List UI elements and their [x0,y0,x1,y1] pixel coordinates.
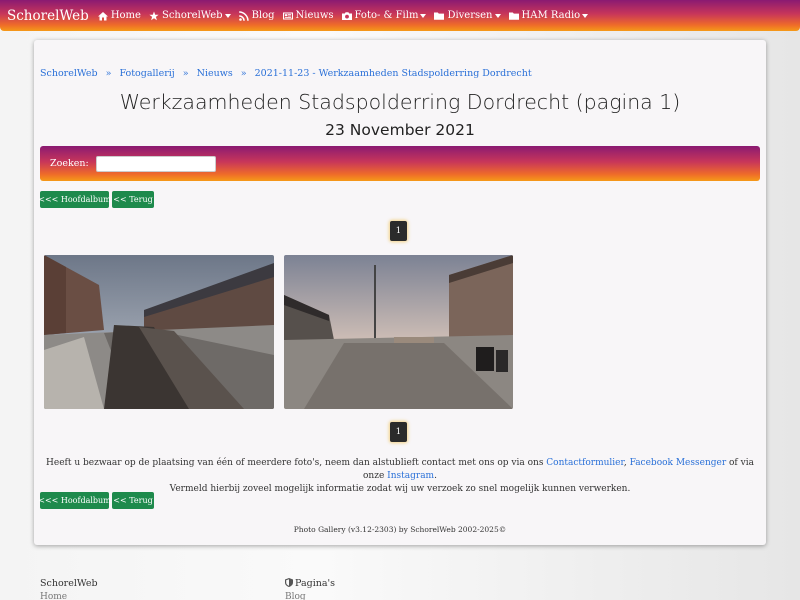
newspaper-icon [282,12,293,19]
footer-title: SchorelWeb [40,578,98,589]
search-input[interactable] [95,155,216,172]
back-button[interactable]: << Terug [112,191,154,208]
chevron-down-icon [224,13,231,18]
nav-item-ham-radio[interactable]: HAM Radio [508,10,589,21]
photo-1-image [44,255,274,409]
search-label: Zoeken: [50,158,89,169]
nav-item-label: SchorelWeb [161,10,223,21]
nav-item-nieuws[interactable]: Nieuws [282,10,334,21]
chevron-down-icon [420,13,427,18]
contact-form-link[interactable]: Contactformulier [546,458,624,468]
page-title: Werkzaamheden Stadspolderring Dordrecht … [119,90,681,114]
facebook-messenger-link[interactable]: Facebook Messenger [630,458,727,468]
gallery-card: SchorelWeb » Fotogallerij » Nieuws » 202… [34,40,766,545]
chevron-down-icon [582,13,589,18]
main-album-button-bottom[interactable]: <<< Hoofdalbum [38,492,111,509]
main-album-button[interactable]: <<< Hoofdalbum [38,191,111,208]
gallery-photo-1[interactable] [44,255,274,409]
breadcrumb-link-fotogallerij[interactable]: Fotogallerij [119,68,174,79]
footer-title: Pagina's [285,578,335,589]
home-icon [97,11,108,20]
breadcrumb-link-schorelweb[interactable]: SchorelWeb [40,68,98,79]
pagination-page-1-bottom[interactable]: 1 [390,422,407,442]
top-navbar: SchorelWeb Home SchorelWeb Blog Nieuws F… [0,0,800,31]
breadcrumb: SchorelWeb » Fotogallerij » Nieuws » 202… [40,68,532,79]
photo-2-image [284,255,513,409]
page-date: 23 November 2021 [325,121,475,139]
nav-item-label: Diversen [447,10,493,21]
chevron-down-icon [494,13,501,18]
pagination-page-1[interactable]: 1 [390,221,407,241]
rss-icon [238,10,249,21]
gallery-credit: Photo Gallery (v3.12-2303) by SchorelWeb… [293,525,507,534]
shield-icon [285,578,293,587]
notice-line-1: Heeft u bezwaar op de plaatsing van één … [46,458,754,481]
breadcrumb-link-nieuws[interactable]: Nieuws [197,68,233,79]
folder-icon [508,12,519,20]
nav-item-diversen[interactable]: Diversen [434,10,501,21]
nav-item-foto-film[interactable]: Foto- & Film [341,10,427,21]
removal-notice: Heeft u bezwaar op de plaatsing van één … [34,457,766,496]
breadcrumb-link-album[interactable]: 2021-11-23 - Werkzaamheden Stadspolderri… [255,68,532,79]
navbar-brand[interactable]: SchorelWeb [7,8,89,24]
nav-item-label: Foto- & Film [354,10,419,21]
nav-item-label: HAM Radio [521,10,581,21]
footer-col-schorelweb: SchorelWeb Home [40,578,98,600]
gallery-photo-2[interactable] [284,255,513,409]
nav-item-label: Blog [251,10,275,21]
footer-col-paginas: Pagina's Blog [285,578,335,600]
breadcrumb-separator: » [240,68,247,79]
nav-item-schorelweb[interactable]: SchorelWeb [149,10,231,21]
breadcrumb-separator: » [182,68,189,79]
instagram-link[interactable]: Instagram [387,471,434,481]
footer-link-blog[interactable]: Blog [285,592,335,600]
back-button-bottom[interactable]: << Terug [112,492,154,509]
breadcrumb-separator: » [105,68,112,79]
search-bar: Zoeken: [40,146,760,181]
folder-icon [434,12,445,20]
nav-item-label: Home [110,10,141,21]
star-icon [149,11,159,20]
nav-item-label: Nieuws [295,10,334,21]
footer-link-home[interactable]: Home [40,592,98,600]
nav-item-home[interactable]: Home [97,10,141,21]
nav-item-blog[interactable]: Blog [238,10,275,21]
camera-icon [341,11,352,20]
